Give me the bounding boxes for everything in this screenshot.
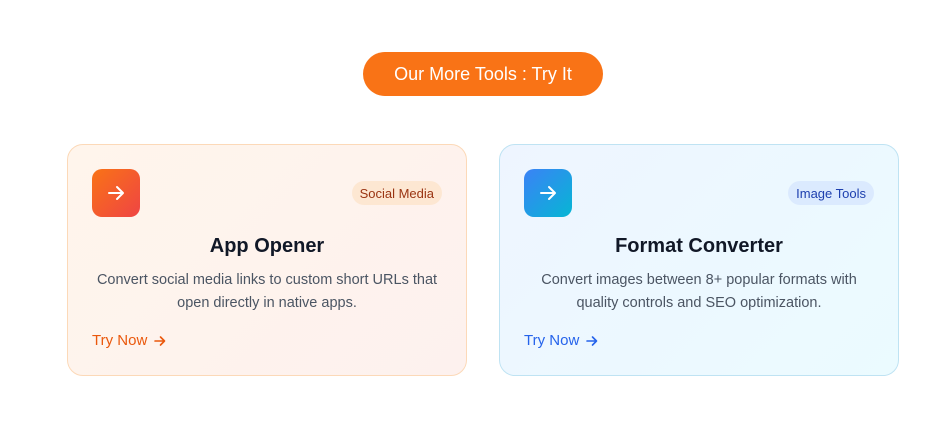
more-tools-button[interactable]: Our More Tools : Try It [363,52,603,96]
arrow-right-icon [586,335,598,346]
try-now-link[interactable]: Try Now [92,332,167,349]
category-badge: Social Media [351,181,442,205]
tool-card-app-opener[interactable]: Social Media App Opener Convert social m… [67,144,467,376]
card-title: Format Converter [615,235,783,257]
tool-card-format-converter[interactable]: Image Tools Format Converter Convert ima… [499,144,899,376]
arrow-right-icon [524,169,572,217]
card-description: Convert social media links to custom sho… [96,272,438,311]
try-now-label: Try Now [92,332,148,349]
card-title: App Opener [209,235,325,257]
try-now-label: Try Now [524,332,580,349]
arrow-right-icon [92,169,140,217]
card-description: Convert images between 8+ popular format… [541,272,857,311]
arrow-right-icon [154,335,166,346]
category-badge: Image Tools [788,181,874,205]
try-now-link[interactable]: Try Now [524,332,599,349]
